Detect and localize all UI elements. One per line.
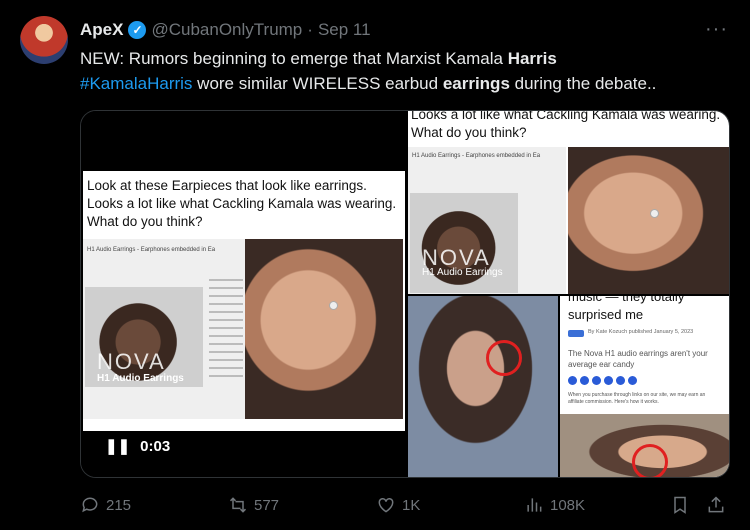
repost-icon — [229, 497, 247, 513]
article-subtitle: The Nova H1 audio earrings aren't your a… — [568, 349, 708, 369]
article-tag — [568, 330, 584, 337]
pause-icon[interactable]: ❚❚ — [105, 437, 130, 455]
article-heading: music — they totally surprised me — [568, 296, 685, 322]
product-name: H1 Audio Earrings — [422, 267, 503, 278]
like-count: 1K — [402, 496, 421, 514]
share-icon — [628, 376, 637, 385]
post-text: NEW: Rumors beginning to emerge that Mar… — [80, 46, 740, 96]
article-photo — [560, 414, 729, 477]
more-options-icon[interactable]: ··· — [705, 18, 728, 41]
video-controls: ❚❚ 0:03 — [105, 437, 171, 456]
share-icon — [568, 376, 577, 385]
post-text-bold-harris: Harris — [507, 49, 557, 68]
face-photo — [245, 239, 403, 419]
author-name[interactable]: ApeX — [80, 20, 123, 40]
verified-badge-icon: ✓ — [128, 21, 147, 39]
hashtag-link[interactable]: #KamalaHarris — [80, 74, 192, 93]
video-frame: Look at these Earpieces that look like e… — [83, 171, 405, 431]
highlight-circle — [632, 444, 668, 477]
action-bar: 215 577 1K 108K — [80, 495, 730, 517]
share-icon — [592, 376, 601, 385]
video-caption: Look at these Earpieces that look like e… — [87, 178, 397, 229]
post-text-bold-earrings: earrings — [442, 74, 510, 93]
like-button[interactable]: 1K — [376, 495, 420, 515]
article-byline: By Kate Kozuch published January 5, 2023 — [588, 329, 694, 335]
image-bottom-right[interactable]: music — they totally surprised me By Kat… — [560, 296, 729, 477]
heart-icon — [378, 497, 394, 513]
highlight-circle — [486, 340, 522, 376]
image-top-right[interactable]: Looks a lot like what Cackling Kamala wa… — [408, 111, 729, 294]
post-text-part2: wore similar WIRELESS earbud — [192, 74, 443, 93]
post-date[interactable]: Sep 11 — [318, 20, 371, 40]
product-site-screenshot: H1 Audio Earrings - Earphones embedded i… — [408, 147, 566, 294]
share-icon — [708, 496, 724, 513]
earring-mark — [329, 301, 338, 310]
post-text-part1: NEW: Rumors beginning to emerge that Mar… — [80, 49, 508, 68]
views-icon — [527, 498, 542, 512]
site-heading: H1 Audio Earrings - Earphones embedded i… — [87, 247, 216, 253]
avatar[interactable] — [20, 16, 68, 64]
post-text-part3: during the debate.. — [509, 74, 657, 93]
product-name: H1 Audio Earrings — [97, 373, 184, 384]
site-text-lines — [209, 279, 243, 379]
post-header: ApeX ✓ @CubanOnlyTrump · Sep 11 — [80, 20, 371, 40]
nova-logo: NOVA — [97, 349, 166, 374]
image-caption: Looks a lot like what Cackling Kamala wa… — [411, 111, 721, 140]
views-button[interactable]: 108K — [524, 495, 585, 515]
reply-icon — [82, 497, 98, 513]
share-button[interactable] — [706, 495, 726, 515]
video-player[interactable]: Look at these Earpieces that look like e… — [81, 111, 406, 477]
share-icon — [580, 376, 589, 385]
ear-image — [410, 193, 518, 293]
share-icon — [604, 376, 613, 385]
share-icon — [616, 376, 625, 385]
product-site-screenshot: H1 Audio Earrings - Earphones embedded i… — [83, 239, 245, 419]
affiliate-note: When you purchase through links on our s… — [568, 392, 706, 405]
media-grid[interactable]: Look at these Earpieces that look like e… — [80, 110, 730, 478]
image-bottom-left[interactable] — [408, 296, 558, 477]
author-handle[interactable]: @CubanOnlyTrump — [151, 20, 302, 40]
bookmark-button[interactable] — [670, 495, 690, 515]
views-count: 108K — [550, 496, 586, 514]
video-timestamp: 0:03 — [140, 437, 171, 455]
reply-button[interactable]: 215 — [80, 495, 131, 515]
earring-mark — [650, 209, 659, 218]
repost-button[interactable]: 577 — [228, 495, 279, 515]
separator-dot: · — [307, 20, 313, 39]
face-photo — [568, 147, 729, 294]
site-heading: H1 Audio Earrings - Earphones embedded i… — [412, 153, 541, 159]
reply-count: 215 — [106, 496, 132, 514]
repost-count: 577 — [254, 496, 280, 514]
bookmark-icon — [674, 496, 686, 514]
share-icons — [568, 376, 637, 385]
